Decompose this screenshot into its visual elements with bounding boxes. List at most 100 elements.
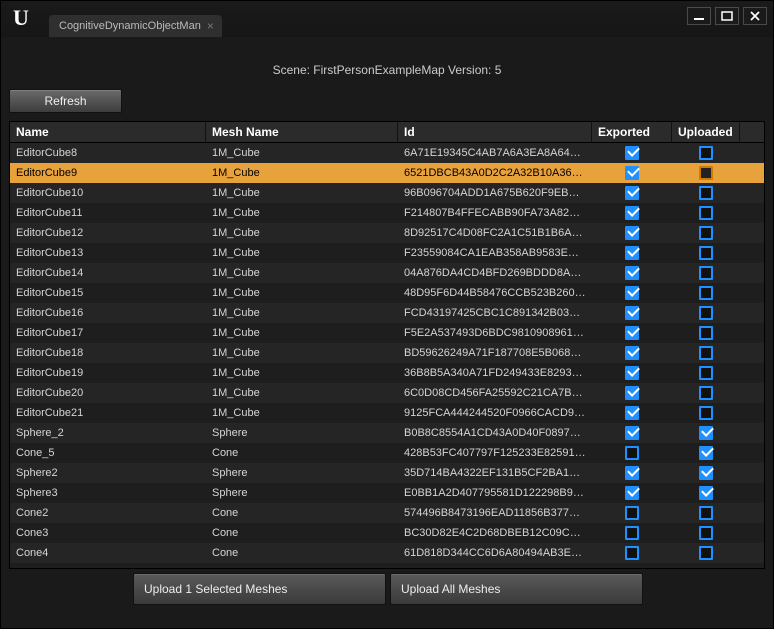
exported-checkbox[interactable] bbox=[625, 146, 639, 160]
cell-id: E0BB1A2D407795581D122298B95008 bbox=[398, 484, 592, 502]
uploaded-checkbox[interactable] bbox=[699, 546, 713, 560]
table-row[interactable]: EditorCube191M_Cube36B8B5A340A71FD249433… bbox=[10, 363, 764, 383]
table-row[interactable]: EditorCube181M_CubeBD59626249A71F187708E… bbox=[10, 343, 764, 363]
uploaded-checkbox[interactable] bbox=[699, 426, 713, 440]
cell-id: BD59626249A71F187708E5B068DAAB bbox=[398, 344, 592, 362]
exported-checkbox[interactable] bbox=[625, 266, 639, 280]
table-row[interactable]: EditorCube141M_Cube04A876DA4CD4BFD269BDD… bbox=[10, 263, 764, 283]
exported-checkbox[interactable] bbox=[625, 326, 639, 340]
column-header-mesh[interactable]: Mesh Name bbox=[206, 122, 398, 142]
cell-name: EditorCube10 bbox=[10, 184, 206, 202]
uploaded-checkbox[interactable] bbox=[699, 186, 713, 200]
uploaded-checkbox[interactable] bbox=[699, 446, 713, 460]
table-row[interactable]: EditorCube171M_CubeF5E2A537493D6BDC98109… bbox=[10, 323, 764, 343]
table-row[interactable]: EditorCube101M_Cube96B096704ADD1A675B620… bbox=[10, 183, 764, 203]
table-row[interactable]: Cone4Cone61D818D344CC6D6A80494AB3E25D6A bbox=[10, 543, 764, 563]
cell-name: EditorCube11 bbox=[10, 204, 206, 222]
cell-name: EditorCube21 bbox=[10, 404, 206, 422]
exported-checkbox[interactable] bbox=[625, 366, 639, 380]
cell-uploaded bbox=[672, 443, 740, 463]
exported-checkbox[interactable] bbox=[625, 166, 639, 180]
uploaded-checkbox[interactable] bbox=[699, 206, 713, 220]
table-row[interactable]: EditorCube91M_Cube6521DBCB43A0D2C2A32B10… bbox=[10, 163, 764, 183]
exported-checkbox[interactable] bbox=[625, 506, 639, 520]
uploaded-checkbox[interactable] bbox=[699, 346, 713, 360]
column-header-id[interactable]: Id bbox=[398, 122, 592, 142]
maximize-button[interactable] bbox=[715, 7, 739, 25]
table-row[interactable]: Cone2Cone574496B8473196EAD11856B377B4F4 bbox=[10, 503, 764, 523]
exported-checkbox[interactable] bbox=[625, 406, 639, 420]
uploaded-checkbox[interactable] bbox=[699, 286, 713, 300]
cell-uploaded bbox=[672, 363, 740, 383]
close-tab-icon[interactable]: × bbox=[207, 20, 214, 32]
upload-selected-button[interactable]: Upload 1 Selected Meshes bbox=[133, 573, 386, 605]
exported-checkbox[interactable] bbox=[625, 306, 639, 320]
table-row[interactable]: EditorCube121M_Cube8D92517C4D08FC2A1C51B… bbox=[10, 223, 764, 243]
uploaded-checkbox[interactable] bbox=[699, 506, 713, 520]
upload-all-button[interactable]: Upload All Meshes bbox=[390, 573, 643, 605]
table-row[interactable]: EditorCube151M_Cube48D95F6D44B58476CCB52… bbox=[10, 283, 764, 303]
uploaded-checkbox[interactable] bbox=[699, 146, 713, 160]
cell-mesh: 1M_Cube bbox=[206, 204, 398, 222]
main-panel: Scene: FirstPersonExampleMap Version: 5 … bbox=[1, 37, 773, 629]
exported-checkbox[interactable] bbox=[625, 486, 639, 500]
exported-checkbox[interactable] bbox=[625, 386, 639, 400]
exported-checkbox[interactable] bbox=[625, 546, 639, 560]
column-header-uploaded[interactable]: Uploaded bbox=[672, 122, 740, 142]
uploaded-checkbox[interactable] bbox=[699, 386, 713, 400]
exported-checkbox[interactable] bbox=[625, 346, 639, 360]
uploaded-checkbox[interactable] bbox=[699, 306, 713, 320]
table-row[interactable]: Sphere2Sphere35D714BA4322EF131B5CF2BA1C6… bbox=[10, 463, 764, 483]
uploaded-checkbox[interactable] bbox=[699, 466, 713, 480]
exported-checkbox[interactable] bbox=[625, 446, 639, 460]
uploaded-checkbox[interactable] bbox=[699, 226, 713, 240]
table-row[interactable]: Sphere_2SphereB0B8C8554A1CD43A0D40F08976… bbox=[10, 423, 764, 443]
cell-mesh: 1M_Cube bbox=[206, 404, 398, 422]
cell-uploaded bbox=[672, 343, 740, 363]
table-row[interactable]: Sphere3SphereE0BB1A2D407795581D122298B95… bbox=[10, 483, 764, 503]
table-row[interactable]: EditorCube111M_CubeF214807B4FFECABB90FA7… bbox=[10, 203, 764, 223]
document-tab[interactable]: CognitiveDynamicObjectMan × bbox=[49, 15, 222, 37]
close-button[interactable] bbox=[743, 7, 767, 25]
cell-name: Cone2 bbox=[10, 504, 206, 522]
exported-checkbox[interactable] bbox=[625, 526, 639, 540]
table-row[interactable]: EditorCube201M_Cube6C0D08CD456FA25592C21… bbox=[10, 383, 764, 403]
cell-mesh: Cone bbox=[206, 504, 398, 522]
uploaded-checkbox[interactable] bbox=[699, 326, 713, 340]
exported-checkbox[interactable] bbox=[625, 186, 639, 200]
refresh-button[interactable]: Refresh bbox=[9, 89, 122, 113]
exported-checkbox[interactable] bbox=[625, 226, 639, 240]
uploaded-checkbox[interactable] bbox=[699, 266, 713, 280]
exported-checkbox[interactable] bbox=[625, 286, 639, 300]
column-header-exported[interactable]: Exported bbox=[592, 122, 672, 142]
minimize-button[interactable] bbox=[687, 7, 711, 25]
uploaded-checkbox[interactable] bbox=[699, 486, 713, 500]
cell-exported bbox=[592, 423, 672, 443]
cell-id: 9125FCA444244520F0966CACD92CC1 bbox=[398, 404, 592, 422]
exported-checkbox[interactable] bbox=[625, 426, 639, 440]
uploaded-checkbox[interactable] bbox=[699, 166, 713, 180]
cell-uploaded bbox=[672, 143, 740, 163]
uploaded-checkbox[interactable] bbox=[699, 406, 713, 420]
exported-checkbox[interactable] bbox=[625, 466, 639, 480]
cell-exported bbox=[592, 483, 672, 503]
table-row[interactable]: Cone_5Cone428B53FC407797F125233E825919D1… bbox=[10, 443, 764, 463]
table-row[interactable]: EditorCube81M_Cube6A71E19345C4AB7A6A3EA8… bbox=[10, 143, 764, 163]
exported-checkbox[interactable] bbox=[625, 206, 639, 220]
exported-checkbox[interactable] bbox=[625, 246, 639, 260]
column-header-name[interactable]: Name bbox=[10, 122, 206, 142]
table-row[interactable]: EditorCube211M_Cube9125FCA444244520F0966… bbox=[10, 403, 764, 423]
table-row[interactable]: Cone3ConeBC30D82E4C2D68DBEB12C09CE629F4 bbox=[10, 523, 764, 543]
table-row[interactable]: EditorCube161M_CubeFCD43197425CBC1C89134… bbox=[10, 303, 764, 323]
cell-mesh: 1M_Cube bbox=[206, 364, 398, 382]
cell-name: EditorCube8 bbox=[10, 144, 206, 162]
table-body[interactable]: EditorCube81M_Cube6A71E19345C4AB7A6A3EA8… bbox=[10, 143, 764, 568]
table-header: Name Mesh Name Id Exported Uploaded bbox=[10, 122, 764, 143]
cell-exported bbox=[592, 183, 672, 203]
objects-table: Name Mesh Name Id Exported Uploaded Edit… bbox=[9, 121, 765, 569]
uploaded-checkbox[interactable] bbox=[699, 526, 713, 540]
uploaded-checkbox[interactable] bbox=[699, 366, 713, 380]
cell-uploaded bbox=[672, 523, 740, 543]
table-row[interactable]: EditorCube131M_CubeF23559084CA1EAB358AB9… bbox=[10, 243, 764, 263]
uploaded-checkbox[interactable] bbox=[699, 246, 713, 260]
